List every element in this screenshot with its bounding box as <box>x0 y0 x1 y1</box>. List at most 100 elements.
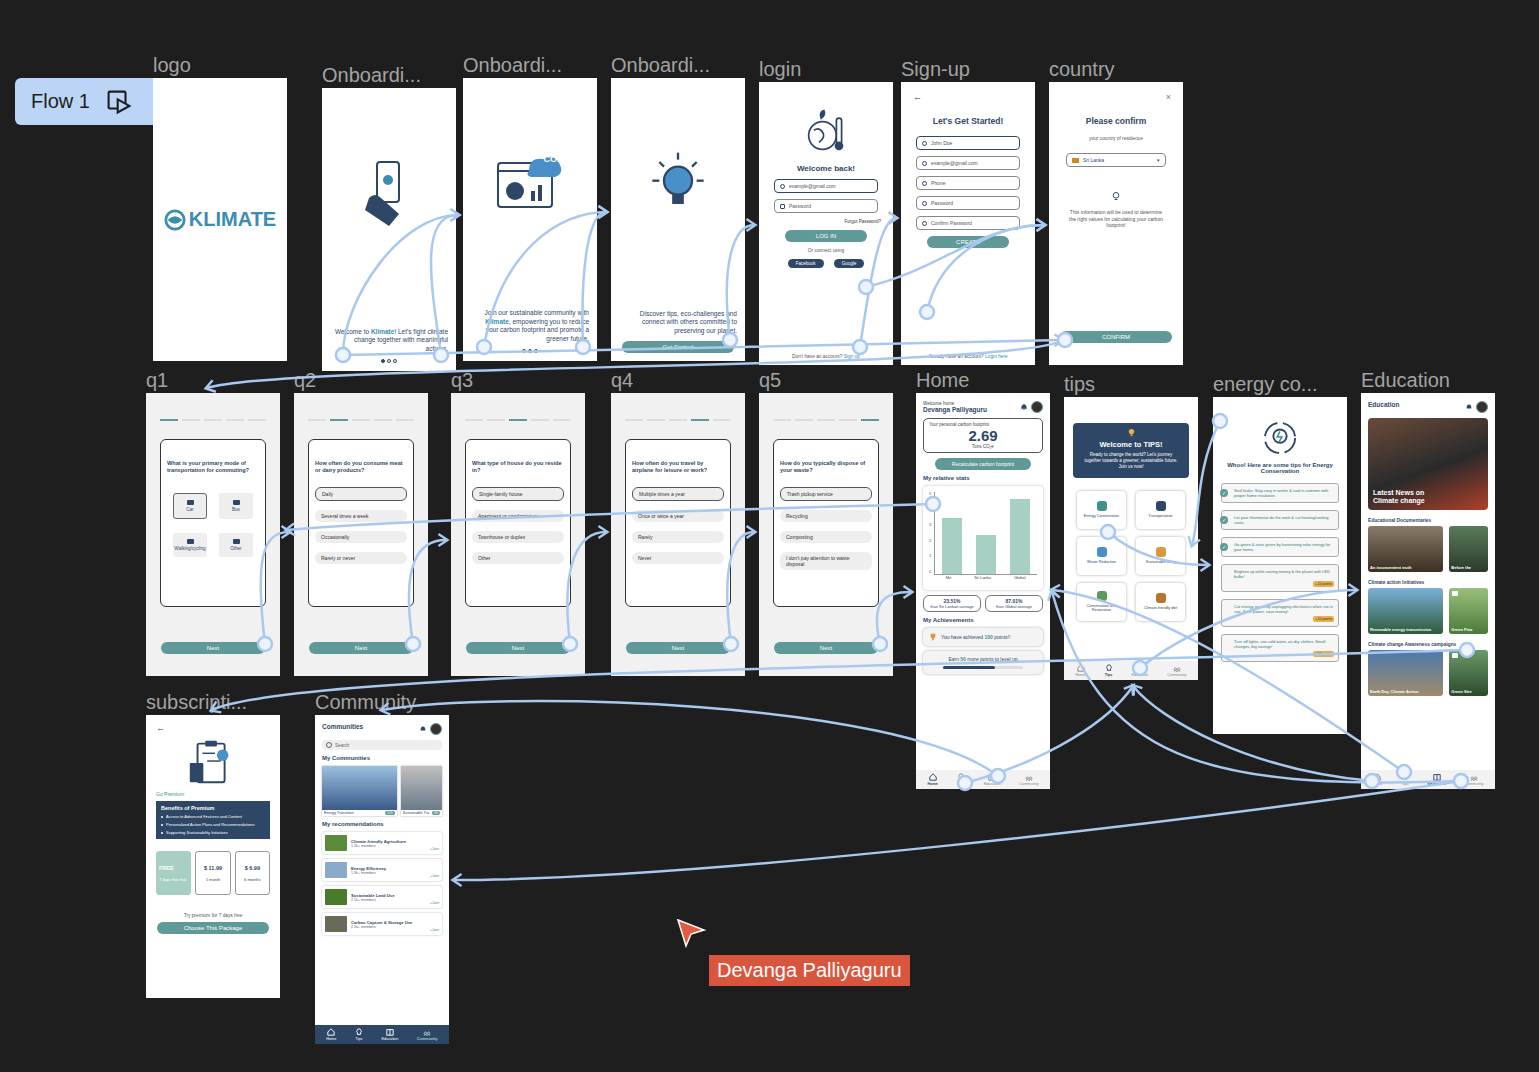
tip-item[interactable]: Cut energy waste by unplugging electroni… <box>1221 599 1339 627</box>
nav-item[interactable]: Community <box>1464 773 1483 786</box>
next-button[interactable]: Next <box>161 642 265 654</box>
nav-item[interactable]: Community <box>1167 664 1186 677</box>
join-button[interactable]: +Join <box>430 847 439 851</box>
page-dot[interactable] <box>528 349 532 353</box>
bell-icon[interactable] <box>1465 403 1473 411</box>
next-button[interactable]: Next <box>309 642 413 654</box>
plan-card[interactable]: $ 11.991 month <box>195 851 230 895</box>
page-dot[interactable] <box>393 359 397 363</box>
flow-arrow[interactable] <box>287 504 933 530</box>
question-screen[interactable]: How often do you travel by airplane for … <box>611 393 745 676</box>
flow-arrow[interactable] <box>1052 592 1461 782</box>
education-card[interactable]: Before the <box>1449 526 1488 572</box>
hotspot-dot[interactable] <box>723 333 737 347</box>
education-card[interactable]: Green Fina <box>1449 588 1488 634</box>
password-field[interactable]: Password <box>774 199 878 213</box>
option-pill[interactable]: Apartment or condominium <box>472 510 564 522</box>
join-button[interactable]: +Join <box>430 928 439 932</box>
forgot-password-link[interactable]: Forgot Password? <box>844 219 881 224</box>
option-pill[interactable]: Multiple times a year <box>632 487 724 501</box>
option-tile[interactable]: Walking/cycling <box>173 533 207 557</box>
option-pill[interactable]: Single-family house <box>472 487 564 501</box>
plan-card[interactable]: $ 6.996 months <box>235 851 270 895</box>
avatar[interactable] <box>1476 401 1488 413</box>
nav-item[interactable]: Education <box>1428 773 1446 786</box>
flow-arrow[interactable] <box>727 532 754 644</box>
chart-bar[interactable] <box>976 535 996 574</box>
education-card[interactable]: Green Stre <box>1449 650 1488 696</box>
news-hero[interactable]: Latest News on Climate change <box>1368 418 1488 510</box>
logo-screen[interactable]: KLIMATE <box>153 78 287 361</box>
flow-arrow[interactable] <box>965 686 1133 783</box>
signup-field[interactable]: Phone <box>916 176 1020 190</box>
hotspot-dot[interactable] <box>958 776 972 790</box>
hotspot-dot[interactable] <box>336 348 350 362</box>
recommendation-row[interactable]: Carbon Capture & Storage Use2.5k+ member… <box>322 913 442 935</box>
page-dot[interactable] <box>381 359 385 363</box>
hotspot-dot[interactable] <box>563 637 577 651</box>
get-started-button[interactable]: Get Started <box>622 341 734 353</box>
nav-item[interactable]: Home <box>1372 773 1382 786</box>
hotspot-dot[interactable] <box>920 305 934 319</box>
option-pill[interactable]: I don't pay attention to waste disposal <box>780 552 872 570</box>
nav-item[interactable]: Tips <box>1401 773 1409 786</box>
option-tile[interactable]: Other <box>219 533 253 557</box>
flow-arrow[interactable] <box>382 701 998 776</box>
hotspot-dot[interactable] <box>1365 774 1379 788</box>
next-button[interactable]: Next <box>774 642 878 654</box>
option-pill[interactable]: Townhouse or duplex <box>472 531 564 543</box>
flow-arrow[interactable] <box>582 212 606 347</box>
login-screen[interactable]: Welcome back!example@gmail.comPasswordFo… <box>759 82 893 365</box>
nav-item[interactable]: Tips <box>355 1028 363 1041</box>
page-dot[interactable] <box>534 349 538 353</box>
nav-item[interactable]: Home <box>927 773 938 786</box>
hotspot-dot[interactable] <box>873 637 887 651</box>
social-button[interactable]: Facebook <box>788 259 824 268</box>
flow-arrow[interactable] <box>409 540 446 644</box>
hotspot-dot[interactable] <box>859 280 873 294</box>
social-button[interactable]: Google <box>834 259 865 268</box>
education-card[interactable]: Renewable energy transmission <box>1368 588 1443 634</box>
hotspot-dot[interactable] <box>336 348 350 362</box>
category-tile[interactable]: Sustainable living <box>1136 537 1185 575</box>
nav-item[interactable]: Tips <box>957 773 965 786</box>
flow-arrow[interactable] <box>454 781 1461 880</box>
nav-item[interactable]: Home <box>326 1028 336 1041</box>
option-pill[interactable]: Trash pickup service <box>780 487 872 501</box>
option-tile[interactable]: Car <box>173 493 207 519</box>
option-pill[interactable]: Other <box>472 552 564 564</box>
community-card[interactable]: Energy Transition12k <box>322 766 397 816</box>
recommendation-row[interactable]: Climate-friendly Agriculture1.2k+ member… <box>322 832 442 854</box>
category-tile[interactable]: Conservation and Restoration <box>1077 583 1126 621</box>
option-pill[interactable]: Composting <box>780 531 872 543</box>
question-screen[interactable]: What is your primary mode of transportat… <box>146 393 280 676</box>
recommendation-row[interactable]: Sustainable Land Use2.1k+ members+Join <box>322 886 442 908</box>
hotspot-dot[interactable] <box>1454 774 1468 788</box>
signup-field[interactable]: John Doe <box>916 136 1020 150</box>
option-pill[interactable]: Occasionally <box>315 531 407 543</box>
confirm-button[interactable]: CONFIRM <box>1060 331 1172 343</box>
nav-item[interactable]: Tips <box>1105 664 1113 677</box>
option-tile[interactable]: Bus <box>219 493 253 519</box>
option-pill[interactable]: Rarely or never <box>315 552 407 564</box>
hotspot-dot[interactable] <box>1058 333 1072 347</box>
tip-item[interactable]: Brighten up while saving money & the pla… <box>1221 564 1339 592</box>
hotspot-dot[interactable] <box>1460 643 1474 657</box>
education-card[interactable]: An inconvenient truth <box>1368 526 1443 572</box>
flow-arrow[interactable] <box>1133 686 1372 781</box>
avatar[interactable] <box>1031 401 1043 413</box>
option-pill[interactable]: Rarely <box>632 531 724 543</box>
hotspot-dot[interactable] <box>1397 765 1411 779</box>
hotspot-dot[interactable] <box>1101 525 1115 539</box>
recommendation-row[interactable]: Energy Efficiency1.9k+ members+Join <box>322 859 442 881</box>
signup-screen[interactable]: ←Let's Get Started!John Doeexample@gmail… <box>901 82 1035 365</box>
option-pill[interactable]: Never <box>632 552 724 564</box>
hotspot-dot[interactable] <box>258 637 272 651</box>
nav-item[interactable]: Education <box>381 1028 398 1041</box>
nav-item[interactable]: Community <box>1019 773 1038 786</box>
login-link[interactable]: Login here <box>985 354 1008 359</box>
signup-field[interactable]: example@gmail.com <box>916 156 1020 170</box>
subscription-screen[interactable]: ←Go PremiumBenefits of PremiumAccess to … <box>146 715 280 998</box>
category-tile[interactable]: Waste Reduction <box>1077 537 1126 575</box>
nav-item[interactable]: Education <box>984 773 1001 786</box>
